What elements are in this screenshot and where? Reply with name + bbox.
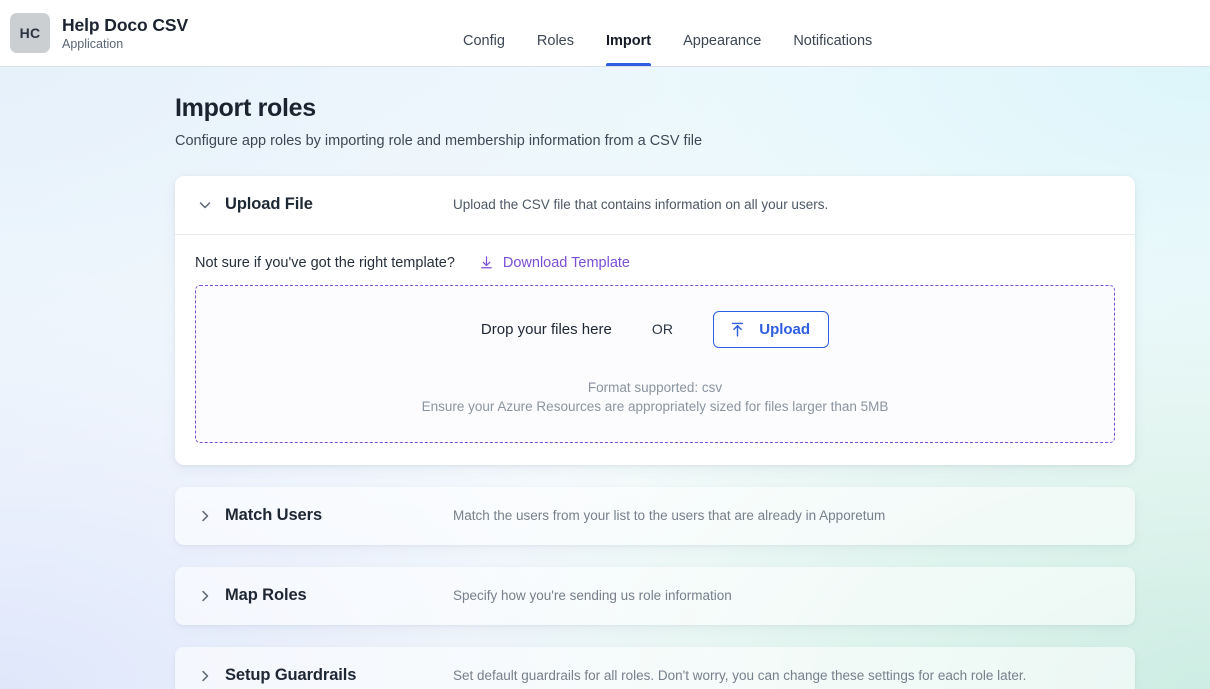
avatar: HC [10, 13, 50, 53]
tab-notifications[interactable]: Notifications [777, 33, 888, 67]
template-row: Not sure if you've got the right templat… [195, 255, 1115, 271]
section-title-map-roles: Map Roles [225, 586, 307, 604]
dropzone-size-note: Ensure your Azure Resources are appropri… [421, 399, 889, 414]
page-canvas: Import roles Configure app roles by impo… [0, 67, 1210, 689]
download-arrow-icon [479, 255, 494, 270]
upload-arrow-icon [729, 321, 746, 338]
app-identity: HC Help Doco CSV Application [10, 13, 188, 53]
section-match-users: Match Users Match the users from your li… [175, 486, 1135, 545]
section-header-upload-file[interactable]: Upload File Upload the CSV file that con… [175, 176, 1135, 235]
section-header-map-roles[interactable]: Map Roles Specify how you're sending us … [175, 567, 1135, 625]
chevron-right-icon[interactable] [194, 585, 216, 607]
app-title: Help Doco CSV [62, 14, 189, 35]
section-header-setup-guardrails[interactable]: Setup Guardrails Set default guardrails … [175, 647, 1135, 689]
section-title-setup-guardrails: Setup Guardrails [225, 666, 357, 684]
upload-button[interactable]: Upload [713, 310, 830, 348]
page-content: Import roles Configure app roles by impo… [0, 67, 1210, 689]
dropzone-action-row: Drop your files here OR Upload [480, 310, 830, 348]
section-desc-map-roles: Specify how you're sending us role infor… [453, 588, 732, 603]
section-desc-setup-guardrails: Set default guardrails for all roles. Do… [453, 668, 1027, 683]
section-upload-file: Upload File Upload the CSV file that con… [175, 175, 1135, 465]
upload-file-body: Not sure if you've got the right templat… [175, 235, 1135, 465]
tab-config[interactable]: Config [463, 33, 521, 67]
import-steps-accordion: Upload File Upload the CSV file that con… [175, 175, 1135, 689]
upload-button-label: Upload [759, 320, 811, 338]
dropzone-format-note: Format supported: csv [587, 379, 723, 395]
tab-appearance[interactable]: Appearance [667, 33, 777, 67]
section-desc-upload-file: Upload the CSV file that contains inform… [453, 197, 829, 212]
main-nav: Config Roles Import Appearance Notificat… [463, 0, 888, 66]
app-subtitle: Application [62, 36, 124, 51]
tab-roles[interactable]: Roles [521, 33, 590, 67]
page-title: Import roles [175, 94, 316, 122]
chevron-down-icon[interactable] [194, 194, 216, 216]
dropzone-or-separator: OR [651, 321, 674, 338]
template-question: Not sure if you've got the right templat… [195, 254, 455, 271]
chevron-right-icon[interactable] [194, 505, 216, 527]
app-header: HC Help Doco CSV Application Config Role… [0, 0, 1210, 67]
page-subtitle: Configure app roles by importing role an… [175, 132, 703, 149]
section-title-upload-file: Upload File [225, 195, 313, 213]
file-dropzone[interactable]: Drop your files here OR Upload Format su… [195, 284, 1115, 443]
app-title-block: Help Doco CSV Application [62, 15, 188, 52]
dropzone-prompt: Drop your files here [480, 320, 612, 338]
chevron-right-icon[interactable] [194, 665, 216, 687]
download-template-link[interactable]: Download Template [479, 255, 630, 271]
section-setup-guardrails: Setup Guardrails Set default guardrails … [175, 646, 1135, 689]
section-desc-match-users: Match the users from your list to the us… [453, 508, 886, 523]
section-map-roles: Map Roles Specify how you're sending us … [175, 566, 1135, 625]
section-header-match-users[interactable]: Match Users Match the users from your li… [175, 487, 1135, 545]
dropzone-meta: Format supported: csv Ensure your Azure … [422, 378, 889, 416]
download-template-label: Download Template [502, 254, 630, 271]
section-title-match-users: Match Users [225, 506, 323, 524]
tab-import[interactable]: Import [590, 33, 667, 67]
